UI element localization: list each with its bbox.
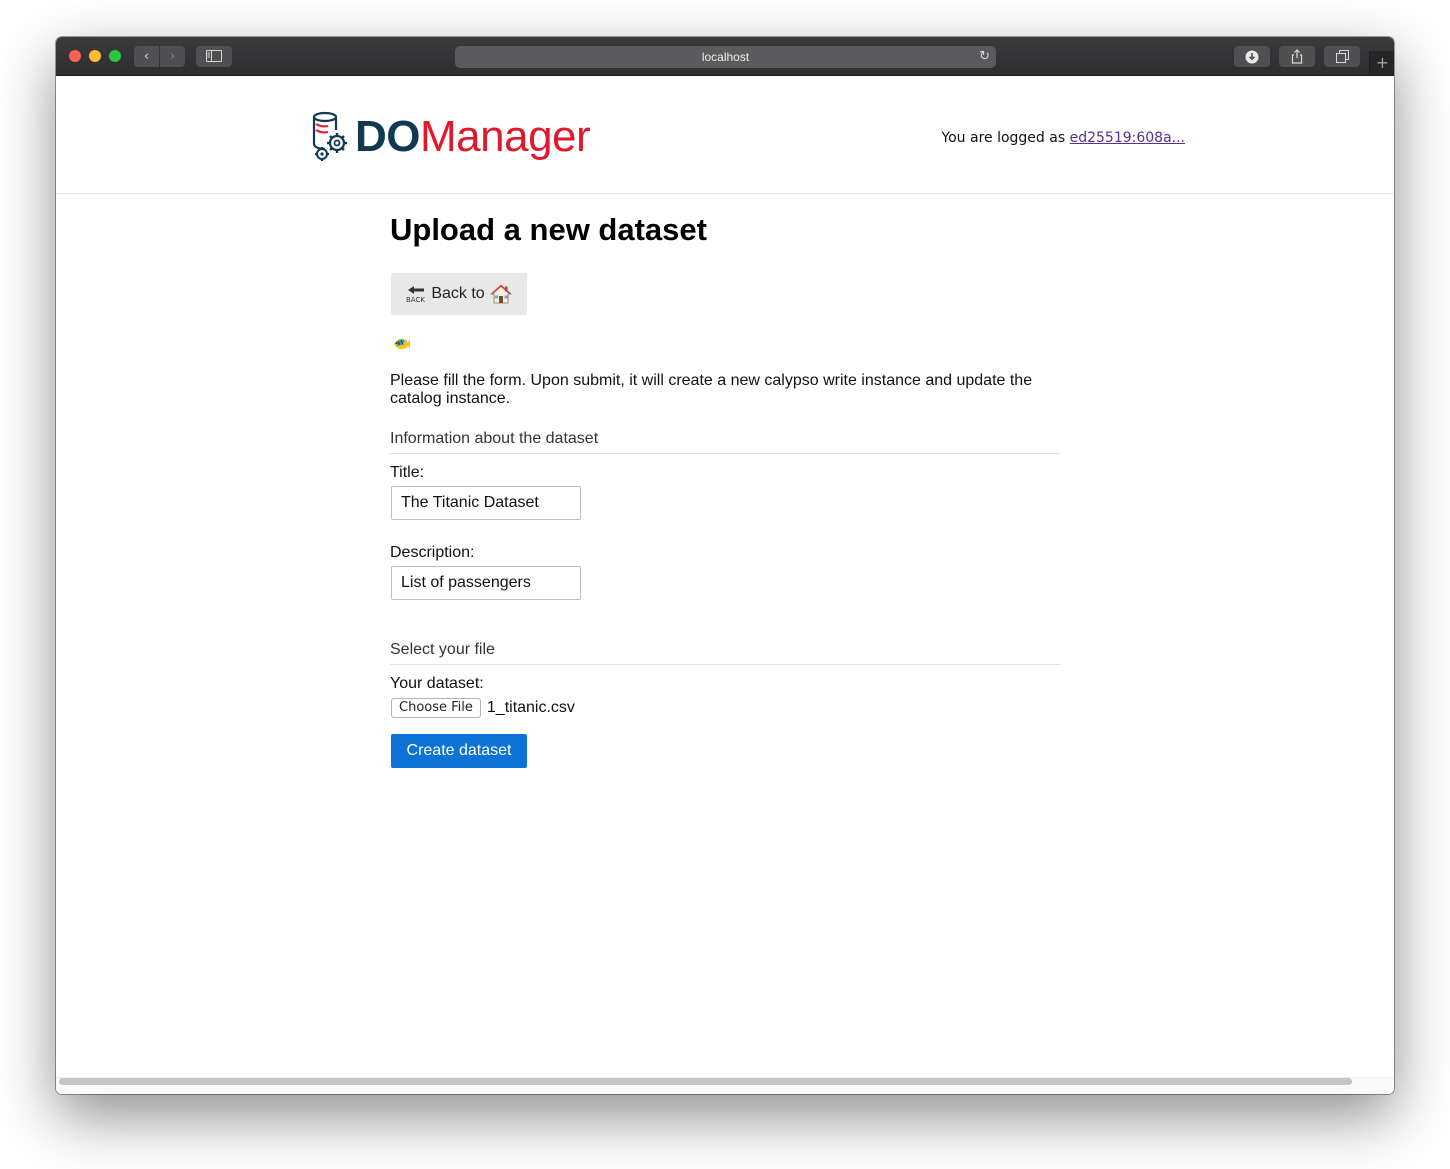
logo-text-do: DO (355, 112, 421, 161)
file-picker: Choose File 1_titanic.csv (391, 697, 575, 719)
tabs-icon (1335, 50, 1349, 63)
tropical-fish-icon (394, 338, 410, 350)
logo-text: DOManager (355, 112, 591, 162)
back-button[interactable]: ‹ (134, 46, 159, 67)
create-dataset-button[interactable]: Create dataset (391, 734, 527, 768)
login-status: You are logged as ed25519:608a... (941, 130, 1185, 146)
maximize-window-button[interactable] (109, 50, 121, 62)
section-select-file: Select your file (390, 641, 1060, 665)
title-label: Title: (390, 464, 425, 481)
logo-text-manager: Manager (420, 112, 591, 161)
page-title: Upload a new dataset (390, 212, 707, 247)
back-to-home-button[interactable]: BACK Back to (391, 273, 527, 315)
site-header: DOManager You are logged as ed25519:608a… (56, 76, 1394, 194)
download-icon (1245, 50, 1259, 63)
share-icon (1291, 49, 1303, 64)
share-button[interactable] (1279, 46, 1315, 67)
selected-file-name: 1_titanic.csv (486, 699, 575, 716)
new-tab-button[interactable]: + (1369, 51, 1394, 75)
description-input[interactable] (391, 566, 581, 600)
login-status-prefix: You are logged as (941, 130, 1070, 146)
address-bar[interactable]: localhost ↻ (455, 46, 996, 68)
url-text: localhost (701, 50, 750, 64)
downloads-button[interactable] (1234, 46, 1270, 67)
horizontal-scrollbar-track (56, 1077, 1394, 1094)
intro-text: Please fill the form. Upon submit, it wi… (390, 372, 1033, 407)
horizontal-scrollbar-thumb[interactable] (59, 1078, 1352, 1085)
browser-window: ‹ › localhost ↻ + DOManager You are logg… (56, 37, 1394, 1094)
back-arrow-icon: BACK (406, 286, 426, 303)
page-viewport: DOManager You are logged as ed25519:608a… (56, 76, 1394, 1094)
user-id-link[interactable]: ed25519:608a... (1070, 130, 1185, 146)
browser-toolbar: ‹ › localhost ↻ + (56, 37, 1394, 76)
svg-text:BACK: BACK (406, 296, 425, 303)
forward-button[interactable]: › (160, 46, 185, 67)
sidebar-toggle-button[interactable] (196, 46, 232, 67)
section-dataset-info: Information about the dataset (390, 430, 1060, 454)
main-content: Upload a new dataset BACK Back to Please… (390, 212, 1060, 768)
tab-overview-button[interactable] (1324, 46, 1360, 67)
sidebar-icon (206, 50, 222, 62)
choose-file-button[interactable]: Choose File (391, 698, 481, 718)
title-input[interactable] (391, 486, 581, 520)
minimize-window-button[interactable] (89, 50, 101, 62)
back-button-label: Back to (431, 285, 485, 302)
reload-icon[interactable]: ↻ (979, 46, 990, 68)
close-window-button[interactable] (69, 50, 81, 62)
database-gear-icon (312, 111, 347, 161)
description-label: Description: (390, 544, 475, 561)
house-icon (489, 284, 512, 304)
dataset-label: Your dataset: (390, 675, 484, 692)
